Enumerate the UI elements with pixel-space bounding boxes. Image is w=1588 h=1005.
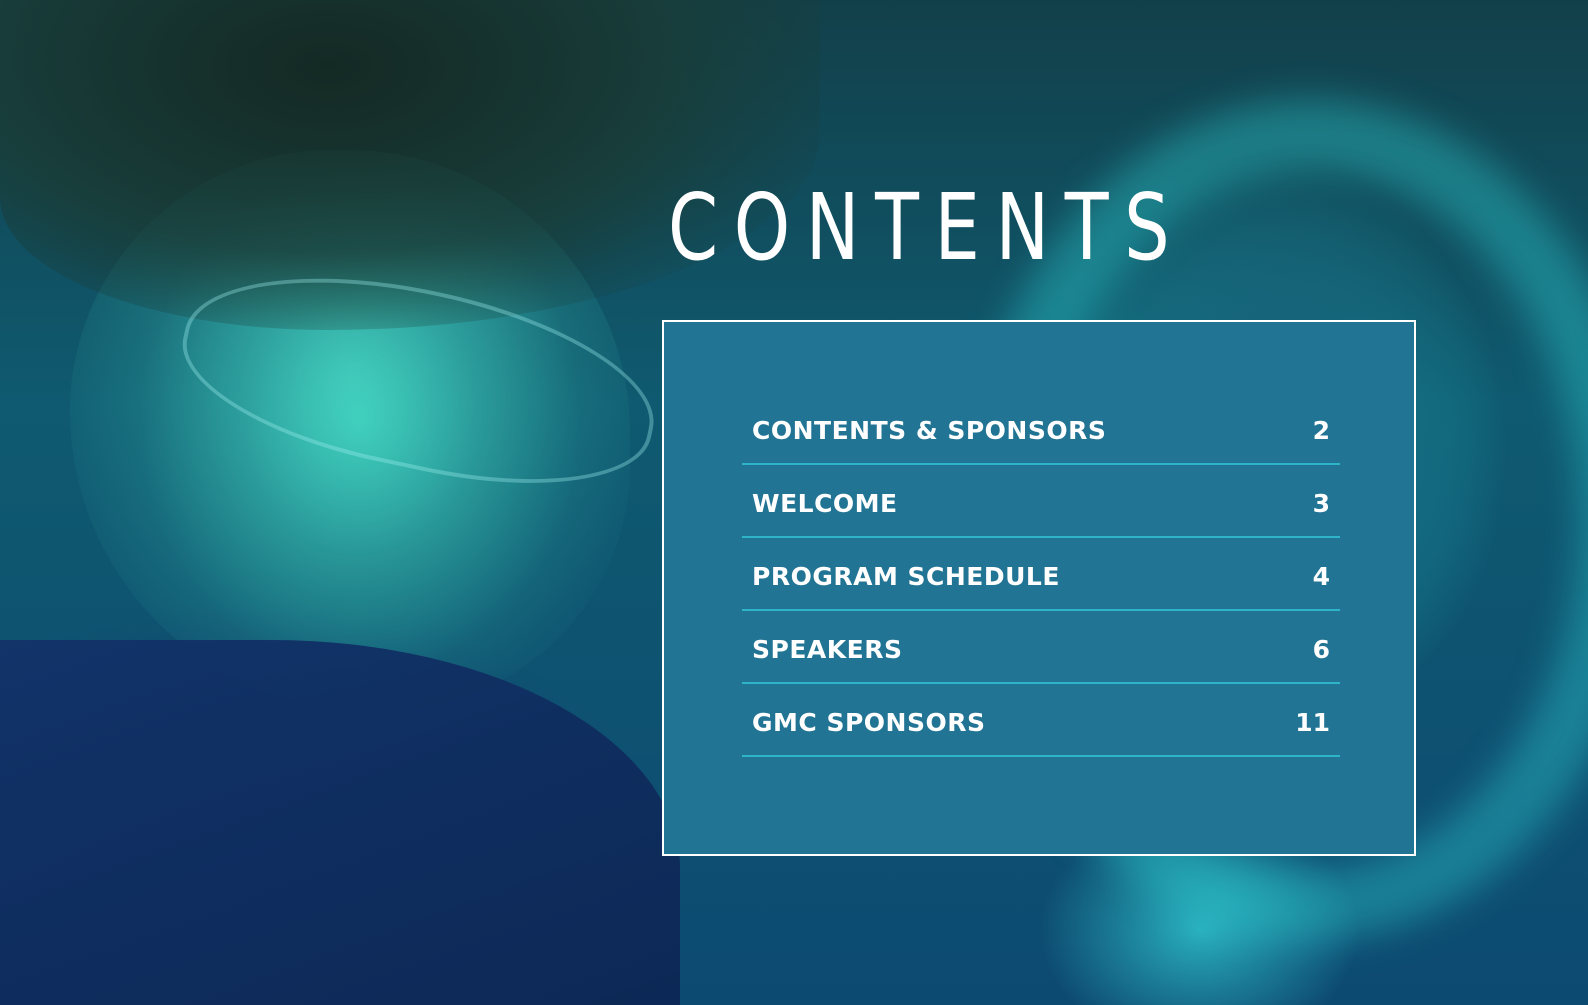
toc-item-contents-sponsors[interactable]: CONTENTS & SPONSORS 2 [742,392,1340,465]
toc-item-program-schedule[interactable]: PROGRAM SCHEDULE 4 [742,538,1340,611]
page-title: CONTENTS [668,174,1186,281]
toc-item-label: CONTENTS & SPONSORS [752,416,1107,445]
toc-item-page: 3 [1312,489,1330,518]
toc-item-page: 4 [1312,562,1330,591]
toc-list: CONTENTS & SPONSORS 2 WELCOME 3 PROGRAM … [742,392,1340,757]
toc-item-speakers[interactable]: SPEAKERS 6 [742,611,1340,684]
toc-item-page: 6 [1312,635,1330,664]
background-shirt [0,640,680,1005]
toc-item-welcome[interactable]: WELCOME 3 [742,465,1340,538]
toc-item-label: WELCOME [752,489,898,518]
toc-item-page: 2 [1312,416,1330,445]
contents-page: CONTENTS CONTENTS & SPONSORS 2 WELCOME 3… [0,0,1588,1005]
table-of-contents: CONTENTS & SPONSORS 2 WELCOME 3 PROGRAM … [662,320,1416,856]
toc-item-label: PROGRAM SCHEDULE [752,562,1060,591]
toc-item-page: 11 [1295,708,1330,737]
toc-item-label: SPEAKERS [752,635,903,664]
toc-item-label: GMC SPONSORS [752,708,986,737]
toc-item-gmc-sponsors[interactable]: GMC SPONSORS 11 [742,684,1340,757]
